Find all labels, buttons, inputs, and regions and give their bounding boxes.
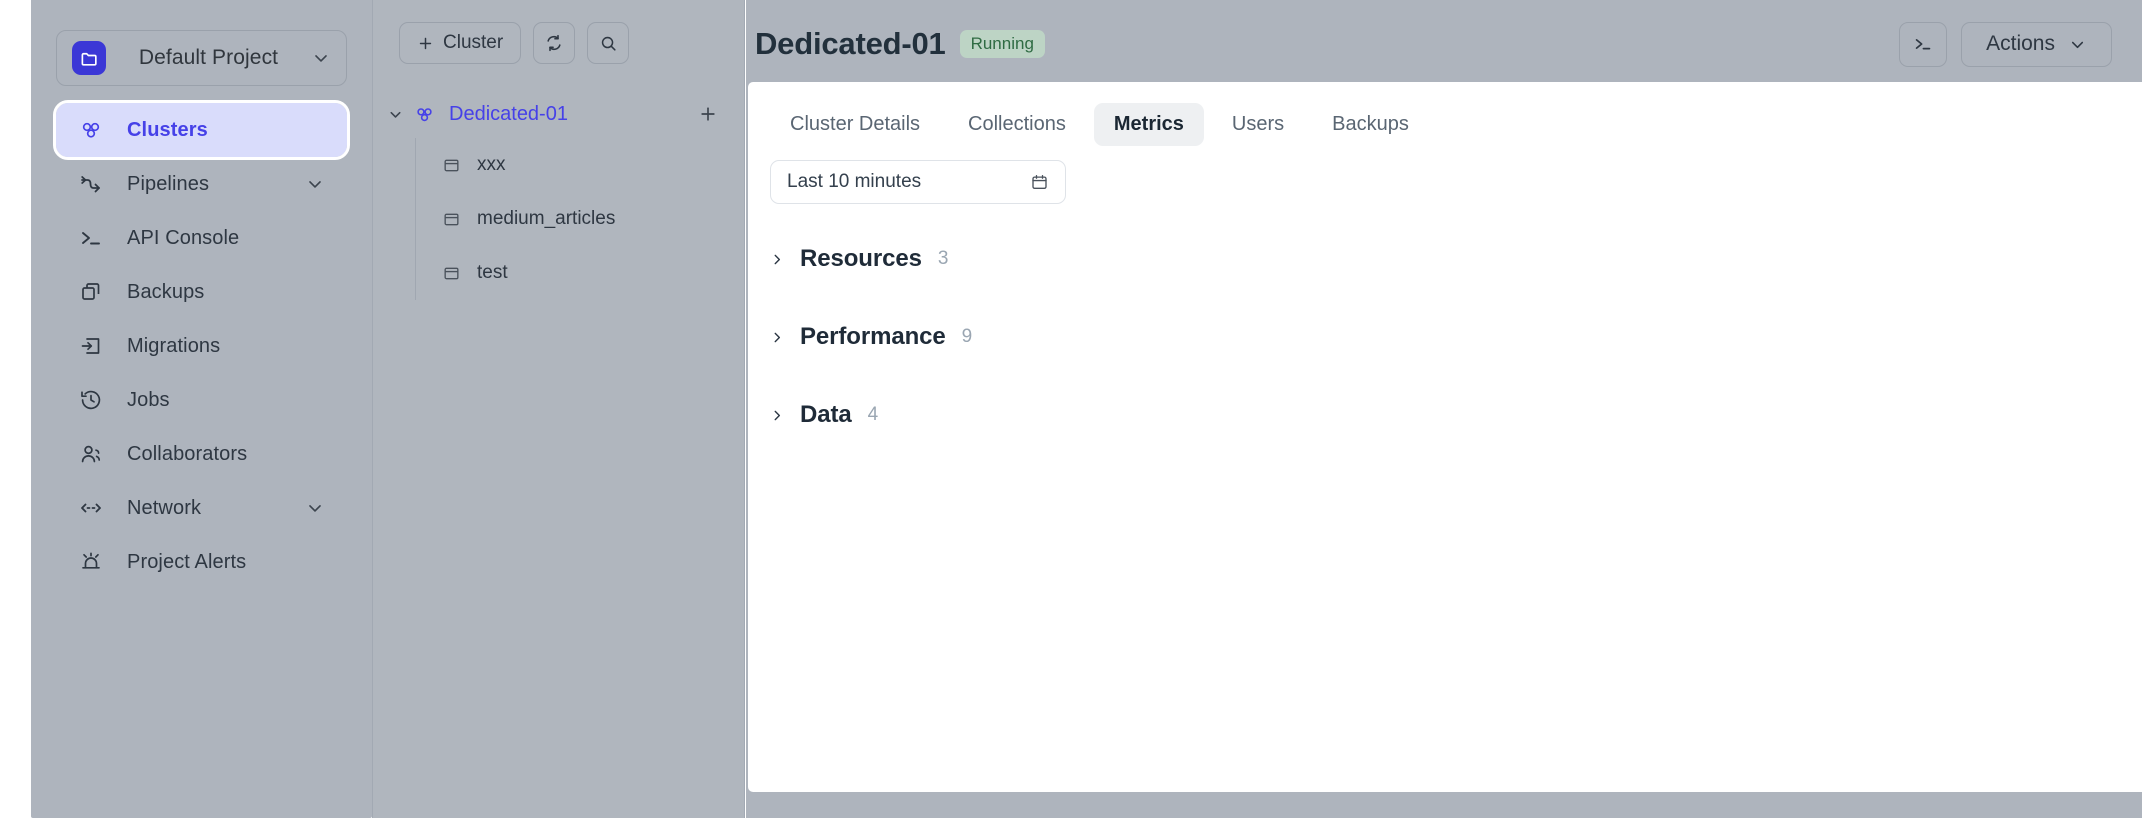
user-icon — [78, 441, 104, 467]
metrics-controls: Last 10 minutes View — [748, 146, 2142, 204]
add-cluster-button[interactable]: Cluster — [399, 22, 521, 64]
chevron-down-icon — [311, 48, 331, 68]
tree-collection-list: xxx medium_articles test — [415, 138, 744, 300]
terminal-button[interactable] — [1899, 22, 1947, 67]
clusters-icon — [78, 117, 104, 143]
sidebar-item-network[interactable]: Network — [56, 481, 347, 535]
sidebar-item-label: Network — [127, 497, 282, 520]
sidebar-item-pipelines[interactable]: Pipelines — [56, 157, 347, 211]
sidebar-item-clusters[interactable]: Clusters — [56, 103, 347, 157]
actions-label: Actions — [1986, 32, 2055, 56]
tree-cluster-label: Dedicated-01 — [449, 103, 688, 126]
cluster-header: Dedicated-01 Running Actions — [746, 18, 2112, 70]
sidebar-item-label: Collaborators — [127, 443, 325, 466]
plus-icon[interactable] — [698, 104, 718, 124]
network-icon — [78, 495, 104, 521]
alarm-icon — [78, 549, 104, 575]
time-range-select[interactable]: Last 10 minutes — [770, 160, 1066, 204]
section-title: Performance — [800, 323, 946, 351]
sidebar-item-label: Clusters — [127, 119, 325, 142]
tree-collection-xxx[interactable]: xxx — [416, 138, 744, 192]
tab-backups[interactable]: Backups — [1312, 103, 1429, 146]
sidebar-nav-list: Clusters Pipelines — [31, 103, 372, 589]
time-range-value: Last 10 minutes — [787, 171, 1030, 193]
section-performance[interactable]: Performance 9 — [770, 298, 2142, 376]
section-count: 3 — [938, 248, 949, 270]
terminal-icon — [78, 225, 104, 251]
clock-history-icon — [78, 387, 104, 413]
sidebar-item-label: Backups — [127, 281, 325, 304]
section-count: 9 — [962, 326, 973, 348]
copy-icon — [78, 279, 104, 305]
sidebar-item-backups[interactable]: Backups — [56, 265, 347, 319]
chevron-down-icon — [305, 498, 325, 518]
chevron-down-icon — [305, 174, 325, 194]
sidebar-item-project-alerts[interactable]: Project Alerts — [56, 535, 347, 589]
section-title: Data — [800, 401, 852, 429]
folder-icon — [72, 41, 106, 75]
tree-collection-medium-articles[interactable]: medium_articles — [416, 192, 744, 246]
refresh-icon — [544, 33, 564, 53]
refresh-button[interactable] — [533, 22, 575, 64]
tree-collection-label: medium_articles — [477, 208, 615, 230]
sidebar-item-label: Migrations — [127, 335, 325, 358]
page-title: Dedicated-01 — [755, 26, 946, 62]
project-switcher[interactable]: Default Project — [56, 30, 347, 86]
plus-icon — [417, 35, 434, 52]
tab-collections[interactable]: Collections — [948, 103, 1086, 146]
tab-cluster-details[interactable]: Cluster Details — [770, 103, 940, 146]
tree-collection-label: test — [477, 262, 508, 284]
sidebar-item-migrations[interactable]: Migrations — [56, 319, 347, 373]
actions-button[interactable]: Actions — [1961, 22, 2112, 67]
tab-metrics[interactable]: Metrics — [1094, 103, 1204, 146]
tab-users[interactable]: Users — [1212, 103, 1304, 146]
sidebar-item-label: Project Alerts — [127, 551, 325, 574]
clusters-icon — [414, 104, 435, 125]
sidebar-item-label: Jobs — [127, 389, 325, 412]
pipelines-icon — [78, 171, 104, 197]
collection-icon — [442, 156, 461, 175]
chevron-down-icon[interactable] — [387, 106, 404, 123]
terminal-icon — [1912, 33, 1934, 55]
chevron-down-icon — [2068, 35, 2087, 54]
sidebar-item-label: API Console — [127, 227, 325, 250]
add-cluster-label: Cluster — [443, 32, 503, 54]
tree-body: Dedicated-01 xxx medium_articles — [373, 94, 744, 300]
section-title: Resources — [800, 245, 922, 273]
metrics-card: Cluster Details Collections Metrics User… — [748, 82, 2142, 792]
chevron-right-icon — [770, 330, 784, 345]
main-content: Dedicated-01 Running Actions Cluster Det… — [746, 0, 2142, 818]
project-name: Default Project — [106, 46, 311, 70]
calendar-icon — [1030, 173, 1049, 192]
chevron-right-icon — [770, 252, 784, 267]
sidebar-item-label: Pipelines — [127, 173, 282, 196]
tree-toolbar: Cluster — [373, 22, 744, 64]
sidebar-item-collaborators[interactable]: Collaborators — [56, 427, 347, 481]
sidebar-item-api-console[interactable]: API Console — [56, 211, 347, 265]
tab-bar: Cluster Details Collections Metrics User… — [748, 82, 2142, 146]
sidebar-item-jobs[interactable]: Jobs — [56, 373, 347, 427]
migration-icon — [78, 333, 104, 359]
tree-collection-test[interactable]: test — [416, 246, 744, 300]
metrics-sections: Resources 3 Performance 9 Data 4 — [748, 204, 2142, 454]
collection-icon — [442, 210, 461, 229]
chevron-right-icon — [770, 408, 784, 423]
section-count: 4 — [868, 404, 879, 426]
section-resources[interactable]: Resources 3 — [770, 220, 2142, 298]
tree-cluster-dedicated-01[interactable]: Dedicated-01 — [373, 94, 744, 134]
collection-icon — [442, 264, 461, 283]
app-root: Default Project Clusters — [0, 0, 2142, 834]
tree-collection-label: xxx — [477, 154, 506, 176]
cluster-tree-panel: Cluster — [372, 0, 745, 818]
search-button[interactable] — [587, 22, 629, 64]
status-badge: Running — [960, 30, 1045, 58]
search-icon — [599, 34, 618, 53]
left-sidebar: Default Project Clusters — [31, 0, 372, 818]
section-data[interactable]: Data 4 — [770, 376, 2142, 454]
